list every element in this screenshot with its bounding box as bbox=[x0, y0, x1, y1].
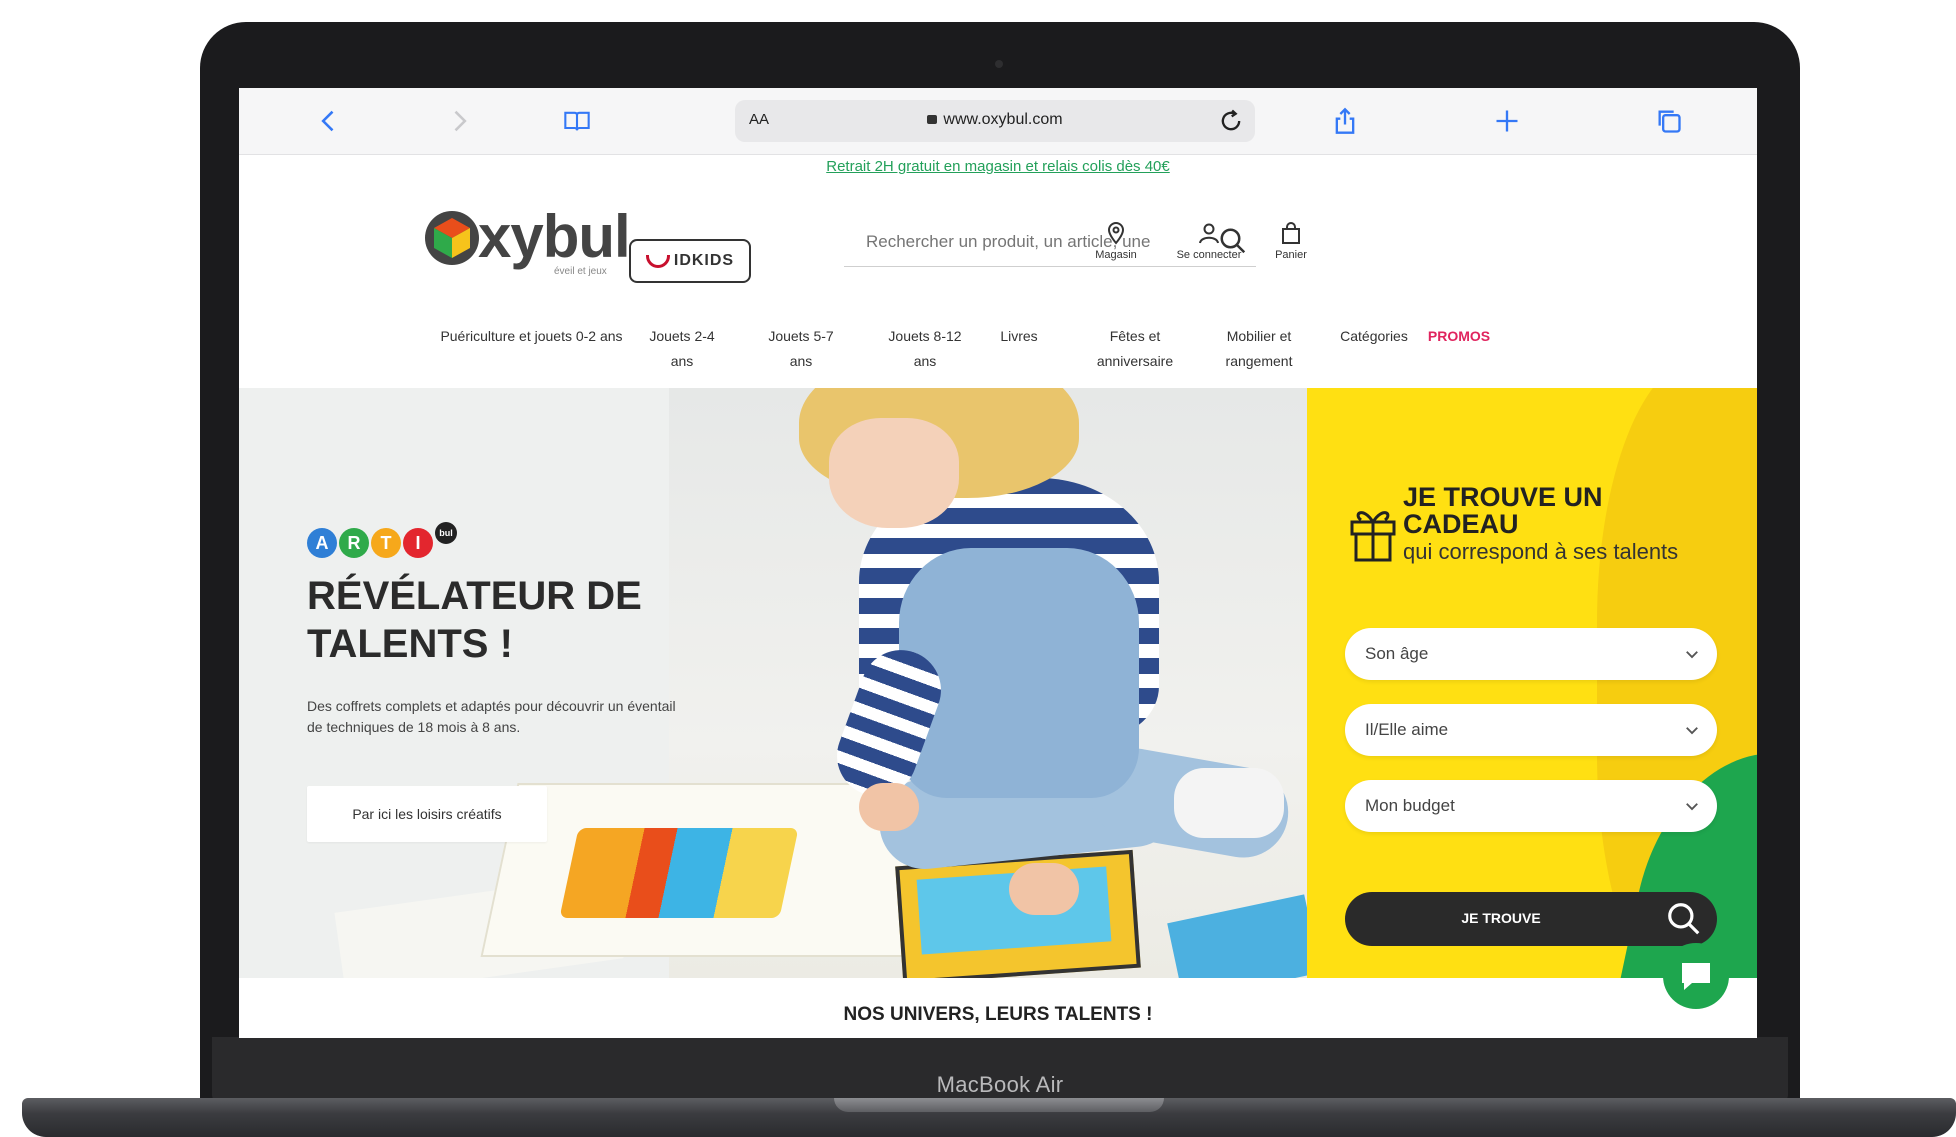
shopping-bag-icon bbox=[1282, 222, 1300, 244]
arti-letter: A bbox=[307, 528, 337, 558]
nav-item-livres[interactable]: Livres bbox=[989, 324, 1049, 349]
lock-icon bbox=[927, 115, 938, 124]
chevron-down-icon bbox=[1686, 651, 1698, 659]
budget-select[interactable]: Mon budget bbox=[1345, 780, 1717, 832]
arti-bul-badge: bul bbox=[435, 522, 457, 544]
cube-logo-icon bbox=[425, 211, 479, 265]
nav-item-fetes[interactable]: Fêtes et anniversaire bbox=[1085, 324, 1185, 374]
share-button[interactable] bbox=[1325, 102, 1365, 140]
nav-item-puericulture[interactable]: Puériculture et jouets 0-2 ans bbox=[434, 324, 629, 349]
chat-button[interactable] bbox=[1663, 943, 1729, 1009]
finder-heading: JE TROUVE UN CADEAU bbox=[1403, 482, 1603, 539]
chevron-down-icon bbox=[1686, 727, 1698, 735]
plus-icon bbox=[1496, 110, 1518, 132]
cart-link[interactable]: Panier bbox=[1263, 220, 1319, 261]
age-select-label: Son âge bbox=[1365, 644, 1429, 663]
hero-subtitle: Des coffrets complets et adaptés pour dé… bbox=[307, 698, 676, 735]
gift-icon bbox=[1350, 511, 1396, 562]
address-bar[interactable]: AA www.oxybul.com bbox=[735, 100, 1255, 142]
budget-select-label: Mon budget bbox=[1365, 796, 1455, 815]
login-link[interactable]: Se connecter bbox=[1161, 220, 1257, 261]
arti-letter: I bbox=[403, 528, 433, 558]
nav-item-mobilier[interactable]: Mobilier et rangement bbox=[1214, 324, 1304, 374]
section-title: NOS UNIVERS, LEURS TALENTS ! bbox=[843, 1004, 1153, 1025]
url-text: www.oxybul.com bbox=[943, 111, 1063, 128]
search-icon bbox=[1668, 903, 1700, 935]
find-gift-label: JE TROUVE bbox=[1461, 910, 1541, 926]
nav-item-promos[interactable]: PROMOS bbox=[1419, 324, 1499, 349]
back-button[interactable] bbox=[309, 102, 349, 140]
age-select[interactable]: Son âge bbox=[1345, 628, 1717, 680]
hero-photo-box-artwork bbox=[559, 828, 799, 918]
url-display[interactable]: www.oxybul.com bbox=[735, 111, 1255, 129]
forward-button[interactable] bbox=[439, 102, 479, 140]
interests-select[interactable]: Il/Elle aime bbox=[1345, 704, 1717, 756]
chevron-left-icon bbox=[321, 110, 334, 132]
promo-banner-link[interactable]: Retrait 2H gratuit en magasin et relais … bbox=[239, 158, 1757, 175]
browser-toolbar: AA www.oxybul.com bbox=[239, 88, 1757, 155]
hero-photo-child-face bbox=[829, 418, 959, 528]
logo-tagline: éveil et jeux bbox=[554, 266, 607, 277]
arti-letter: T bbox=[371, 528, 401, 558]
tabs-button[interactable] bbox=[1649, 102, 1689, 140]
idkids-badge[interactable]: IDKIDS bbox=[629, 239, 751, 283]
interests-select-label: Il/Elle aime bbox=[1365, 720, 1449, 739]
user-icon bbox=[1199, 223, 1219, 244]
bookmarks-button[interactable] bbox=[557, 102, 597, 140]
new-tab-button[interactable] bbox=[1487, 102, 1527, 140]
nav-item-jouets-8-12[interactable]: Jouets 8-12 ans bbox=[887, 324, 963, 374]
webcam bbox=[995, 60, 1003, 68]
reload-icon[interactable] bbox=[1217, 107, 1245, 135]
chevron-right-icon bbox=[454, 110, 467, 132]
share-icon bbox=[1335, 107, 1355, 134]
finder-subheading: qui correspond à ses talents bbox=[1403, 539, 1679, 564]
chat-bubble-icon bbox=[1682, 963, 1710, 990]
nav-item-categories[interactable]: Catégories bbox=[1329, 324, 1419, 349]
laptop-model-label: MacBook Air bbox=[936, 1072, 1064, 1097]
store-locator-link[interactable]: Magasin bbox=[1081, 220, 1151, 261]
arti-letter: R bbox=[339, 528, 369, 558]
arti-logo: A R T I bul bbox=[307, 522, 457, 562]
hero-photo-child-hand bbox=[1009, 863, 1079, 915]
smile-logo-icon bbox=[645, 254, 670, 268]
chevron-down-icon bbox=[1686, 803, 1698, 811]
idkids-badge-label: IDKIDS bbox=[673, 252, 735, 269]
tabs-icon bbox=[1658, 110, 1681, 133]
find-gift-button[interactable]: JE TROUVE bbox=[1345, 892, 1717, 946]
nav-item-jouets-2-4[interactable]: Jouets 2-4 ans bbox=[647, 324, 717, 374]
hero-photo-child-shoe bbox=[1174, 768, 1284, 838]
login-label: Se connecter bbox=[1176, 249, 1242, 261]
hero-banner: A R T I bul RÉVÉLATEUR DE TALENTS ! Des … bbox=[239, 388, 1307, 978]
gift-finder-panel: JE TROUVE UN CADEAU qui correspond à ses… bbox=[1307, 388, 1757, 978]
nav-item-jouets-5-7[interactable]: Jouets 5-7 ans bbox=[766, 324, 836, 374]
hero-title: RÉVÉLATEUR DE TALENTS ! bbox=[307, 574, 642, 666]
hero-cta-button[interactable]: Par ici les loisirs créatifs bbox=[307, 786, 547, 842]
cart-label: Panier bbox=[1275, 249, 1307, 261]
hero-photo-child-hand bbox=[859, 783, 919, 831]
map-pin-icon bbox=[1107, 222, 1125, 245]
laptop-hinge-notch bbox=[834, 1098, 1164, 1112]
book-icon bbox=[564, 111, 590, 131]
logo-wordmark: xybul bbox=[478, 203, 631, 270]
store-label: Magasin bbox=[1095, 249, 1137, 261]
screen: AA www.oxybul.com Retrait 2H gratuit en … bbox=[239, 88, 1757, 1038]
